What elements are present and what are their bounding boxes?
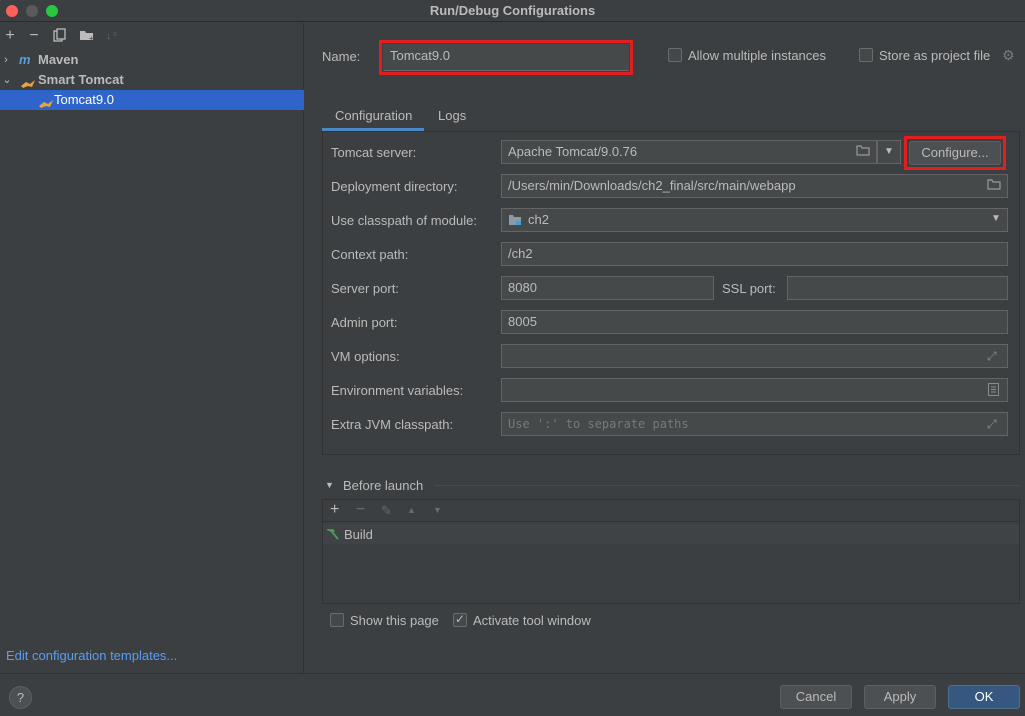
chevron-down-icon: ▼ [884, 146, 894, 157]
deployment-directory-input[interactable]: /Users/min/Downloads/ch2_final/src/main/… [501, 174, 1008, 198]
store-project-checkbox[interactable] [859, 48, 873, 62]
tree-item-label: Tomcat9.0 [54, 92, 114, 107]
window-title: Run/Debug Configurations [429, 3, 596, 18]
cancel-button[interactable]: Cancel [780, 685, 852, 709]
copy-icon[interactable] [52, 28, 68, 44]
build-hammer-icon [325, 527, 341, 544]
store-project-label: Store as project file [879, 48, 991, 63]
apply-button[interactable]: Apply [864, 685, 936, 709]
add-icon[interactable]: + [2, 28, 18, 44]
admin-port-input[interactable]: 8005 [501, 310, 1008, 334]
gear-icon[interactable]: ⚙ [1002, 47, 1015, 64]
context-path-label: Context path: [331, 247, 409, 262]
tomcat-server-label: Tomcat server: [331, 145, 417, 160]
folder-icon[interactable] [984, 175, 1004, 197]
show-page-label: Show this page [350, 613, 439, 628]
before-launch-divider [434, 485, 1020, 486]
tab-label: Configuration [335, 108, 413, 123]
tree-item-label: Smart Tomcat [38, 72, 124, 87]
tomcat-server-select[interactable]: Apache Tomcat/9.0.76 [501, 140, 877, 164]
environment-variables-label: Environment variables: [331, 383, 464, 398]
classpath-module-select[interactable]: ch2 [501, 208, 1008, 232]
extra-jvm-classpath-input[interactable]: Use ':' to separate paths [501, 412, 1008, 436]
before-launch-toolbar [323, 500, 1019, 522]
tab-configuration[interactable]: Configuration [322, 105, 424, 131]
tree-item-tomcat9[interactable]: Tomcat9.0 [0, 90, 304, 110]
edit-templates-link[interactable]: Edit configuration templates... [6, 648, 177, 663]
tab-label: Logs [438, 108, 467, 123]
edit-icon[interactable]: ✎ [381, 503, 392, 519]
list-icon[interactable] [988, 383, 999, 399]
activate-tool-label: Activate tool window [473, 613, 591, 628]
show-page-checkbox[interactable] [330, 613, 344, 627]
sort-icon[interactable]: ↓ ≡ [105, 28, 121, 44]
list-item[interactable]: Build [323, 524, 1019, 544]
tomcat-server-dropdown[interactable]: ▼ [877, 140, 901, 164]
add-icon[interactable]: + [330, 501, 339, 519]
chevron-down-icon[interactable]: ▼ [325, 480, 334, 490]
remove-icon[interactable]: − [26, 28, 42, 44]
vm-options-label: VM options: [331, 349, 400, 364]
move-down-icon[interactable]: ▼ [433, 505, 442, 515]
remove-icon[interactable]: − [356, 501, 365, 519]
module-folder-icon [508, 214, 522, 229]
vm-options-input[interactable] [501, 344, 1008, 368]
move-up-icon[interactable]: ▲ [407, 505, 416, 515]
svg-text:≡: ≡ [113, 32, 117, 38]
classpath-module-label: Use classpath of module: [331, 213, 477, 228]
activate-tool-checkbox[interactable] [453, 612, 467, 627]
name-input[interactable]: Tomcat9.0 [383, 44, 629, 71]
deployment-directory-value: /Users/min/Downloads/ch2_final/src/main/… [508, 178, 796, 193]
tab-logs[interactable]: Logs [426, 105, 476, 131]
tomcat-server-value: Apache Tomcat/9.0.76 [508, 144, 638, 159]
server-port-label: Server port: [331, 281, 399, 296]
configure-button[interactable]: Configure... [909, 141, 1001, 165]
allow-multiple-label: Allow multiple instances [688, 48, 827, 63]
server-port-input[interactable]: 8080 [501, 276, 714, 300]
svg-text:+: + [89, 34, 94, 42]
chevron-right-icon[interactable]: › [1, 50, 11, 70]
tree-item-maven[interactable]: › m Maven [0, 50, 304, 70]
before-launch-title: Before launch [343, 478, 424, 493]
sidebar [0, 23, 304, 673]
chevron-down-icon[interactable]: ⌄ [2, 70, 12, 90]
classpath-module-value: ch2 [528, 212, 549, 227]
context-path-input[interactable]: /ch2 [501, 242, 1008, 266]
title-bar: Run/Debug Configurations [0, 0, 1025, 22]
ssl-port-input[interactable] [787, 276, 1008, 300]
deployment-directory-label: Deployment directory: [331, 179, 458, 194]
environment-variables-input[interactable] [501, 378, 1008, 402]
folder-icon[interactable] [853, 141, 873, 163]
expand-icon[interactable]: ⤢ [987, 349, 997, 364]
svg-text:↓: ↓ [106, 31, 111, 42]
maven-icon: m [19, 52, 31, 67]
extra-jvm-classpath-label: Extra JVM classpath: [331, 417, 454, 432]
tree-item-label: Maven [38, 52, 79, 67]
tree-item-smart-tomcat[interactable]: ⌄ Smart Tomcat [0, 70, 304, 90]
admin-port-label: Admin port: [331, 315, 398, 330]
allow-multiple-checkbox[interactable] [668, 48, 682, 62]
folder-add-icon[interactable]: + [79, 28, 95, 44]
ok-button[interactable]: OK [948, 685, 1020, 709]
ssl-port-label: SSL port: [722, 281, 776, 296]
tomcat-icon [38, 95, 54, 115]
name-label: Name: [322, 49, 361, 64]
build-label: Build [344, 527, 373, 542]
expand-icon[interactable]: ⤢ [987, 417, 997, 432]
chevron-down-icon[interactable]: ▼ [991, 213, 1001, 224]
help-button[interactable]: ? [9, 686, 32, 709]
